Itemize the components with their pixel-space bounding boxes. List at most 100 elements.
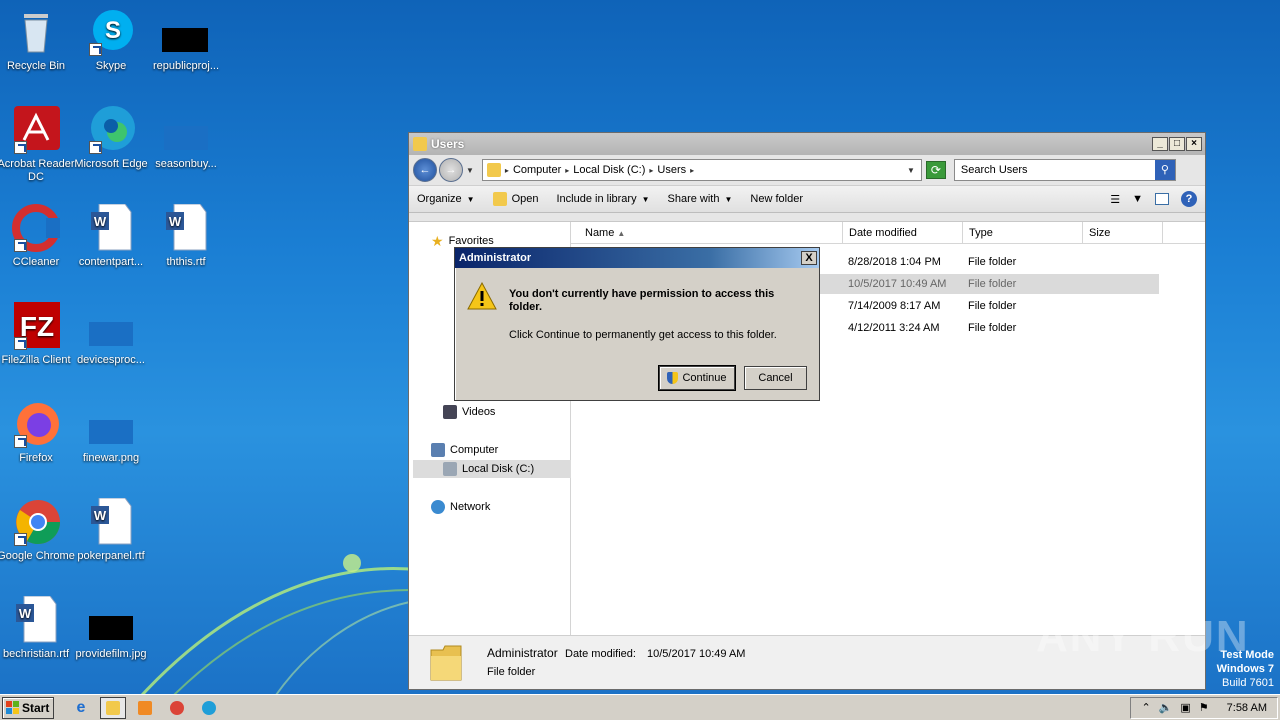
share-with-button[interactable]: Share with ▼: [668, 193, 733, 205]
search-icon[interactable]: ⚲: [1154, 160, 1175, 180]
close-button[interactable]: ×: [1186, 137, 1202, 151]
taskbar-explorer-icon[interactable]: [100, 696, 126, 719]
explorer-titlebar[interactable]: Users _ □ ×: [409, 133, 1205, 155]
back-button[interactable]: ←: [413, 158, 437, 182]
continue-button[interactable]: Continue: [658, 365, 736, 391]
desktop-icon-acrobat[interactable]: Acrobat Reader DC: [0, 106, 75, 184]
taskbar: Start e ⌃ 🔈 ▣ ⚑ 7:58 AM: [0, 694, 1280, 720]
table-row[interactable]: 8/28/2018 1:04 PM File folder: [843, 252, 1159, 272]
breadcrumb-users[interactable]: Users: [657, 164, 686, 176]
firefox-icon: [12, 400, 60, 448]
desktop-icon-pokerpanel[interactable]: W pokerpanel.rtf: [72, 497, 150, 563]
search-input[interactable]: Search Users ⚲: [953, 159, 1176, 181]
folder-icon: [430, 645, 462, 681]
dialog-close-button[interactable]: X: [801, 251, 817, 265]
dialog-titlebar[interactable]: Administrator X: [455, 248, 819, 268]
start-button[interactable]: Start: [2, 696, 54, 719]
details-date-value: 10/5/2017 10:49 AM: [647, 648, 746, 660]
new-folder-button[interactable]: New folder: [750, 193, 803, 205]
desktop-icon-republicproj[interactable]: republicproj...: [147, 8, 225, 73]
dialog-submessage: Click Continue to permanently get access…: [509, 329, 777, 341]
folder-icon: [413, 137, 427, 151]
forward-button[interactable]: →: [439, 158, 463, 182]
desktop-icon-chrome[interactable]: Google Chrome: [0, 498, 75, 563]
desktop-icon-finewar[interactable]: finewar.png: [72, 400, 150, 465]
show-hidden-icons-icon[interactable]: ⌃: [1141, 701, 1150, 714]
nav-network[interactable]: Network: [431, 498, 490, 516]
network-tray-icon[interactable]: ▣: [1180, 701, 1190, 714]
system-tray: ⌃ 🔈 ▣ ⚑ 7:58 AM: [1130, 696, 1278, 719]
table-row[interactable]: 7/14/2009 8:17 AM File folder: [843, 296, 1159, 316]
open-button[interactable]: Open: [492, 192, 538, 206]
desktop-icon-skype[interactable]: S Skype: [72, 8, 150, 73]
taskbar-edge-icon[interactable]: [196, 697, 222, 719]
desktop-icon-providefilm[interactable]: providefilm.jpg: [72, 596, 150, 661]
refresh-button[interactable]: ⟳: [925, 161, 946, 179]
desktop-icon-seasonbuy[interactable]: seasonbuy...: [147, 106, 225, 171]
table-row[interactable]: 4/12/2011 3:24 AM File folder: [843, 318, 1159, 338]
ccleaner-icon: [12, 204, 60, 252]
address-bar[interactable]: ▸ Computer ▸ Local Disk (C:) ▸ Users ▸ ▼: [481, 159, 922, 181]
svg-text:W: W: [94, 508, 107, 523]
file-thumbnail-icon: [87, 596, 135, 644]
address-row: ← → ▼ ▸ Computer ▸ Local Disk (C:) ▸ Use…: [409, 155, 1205, 185]
volume-icon[interactable]: 🔈: [1159, 701, 1173, 714]
desktop-icon-recycle-bin[interactable]: Recycle Bin: [0, 8, 75, 73]
recent-pages-dropdown-icon[interactable]: ▼: [466, 166, 474, 175]
nav-computer[interactable]: Computer: [431, 441, 498, 459]
taskbar-media-player-icon[interactable]: [132, 697, 158, 719]
folder-icon: [486, 163, 501, 177]
column-headers: Name ▲ Date modified Type Size: [571, 222, 1205, 244]
maximize-button[interactable]: □: [1169, 137, 1185, 151]
column-date[interactable]: Date modified: [843, 222, 963, 243]
filezilla-icon: FZ: [12, 302, 60, 350]
change-view-icon[interactable]: ☰: [1110, 193, 1120, 206]
chrome-icon: [12, 498, 60, 546]
drive-icon: [443, 462, 457, 476]
view-dropdown-icon[interactable]: ▼: [1132, 193, 1143, 205]
word-document-icon: W: [12, 595, 60, 644]
search-placeholder: Search Users: [960, 164, 1028, 176]
help-icon[interactable]: ?: [1181, 191, 1197, 207]
desktop-icon-devicesproc[interactable]: devicesproc...: [72, 302, 150, 367]
permission-dialog: Administrator X You don't currently have…: [454, 247, 820, 401]
breadcrumb-computer[interactable]: Computer: [513, 164, 561, 176]
edge-icon: [87, 106, 135, 154]
desktop-icon-firefox[interactable]: Firefox: [0, 400, 75, 465]
preview-pane-icon[interactable]: [1155, 193, 1169, 205]
column-size[interactable]: Size: [1083, 222, 1163, 243]
star-icon: ★: [431, 232, 444, 249]
clock[interactable]: 7:58 AM: [1227, 702, 1267, 714]
uac-shield-icon: [667, 372, 679, 384]
desktop-icon-filezilla[interactable]: FZ FileZilla Client: [0, 302, 75, 367]
file-thumbnail-icon: [162, 106, 210, 154]
desktop-icon-contentpart[interactable]: W contentpart...: [72, 203, 150, 269]
nav-local-disk[interactable]: Local Disk (C:): [413, 460, 571, 478]
details-name: Administrator: [487, 646, 558, 660]
windows-logo-icon: [6, 701, 19, 714]
svg-text:W: W: [19, 606, 32, 621]
action-center-flag-icon[interactable]: ⚑: [1199, 701, 1209, 714]
word-document-icon: W: [87, 497, 135, 546]
taskbar-ie-icon[interactable]: e: [68, 697, 94, 719]
taskbar-chrome-icon[interactable]: [164, 697, 190, 719]
computer-icon: [431, 443, 445, 457]
include-in-library-button[interactable]: Include in library ▼: [556, 193, 649, 205]
window-title: Users: [431, 137, 465, 151]
network-icon: [431, 500, 445, 514]
desktop-icon-ccleaner[interactable]: CCleaner: [0, 204, 75, 269]
breadcrumb-local-disk[interactable]: Local Disk (C:): [573, 164, 645, 176]
minimize-button[interactable]: _: [1152, 137, 1168, 151]
dialog-title: Administrator: [459, 252, 532, 264]
organize-button[interactable]: Organize ▼: [417, 193, 475, 205]
word-document-icon: W: [87, 203, 135, 252]
videos-icon: [443, 405, 457, 419]
column-type[interactable]: Type: [963, 222, 1083, 243]
desktop-icon-ththis[interactable]: W ththis.rtf: [147, 203, 225, 269]
desktop-icon-edge[interactable]: Microsoft Edge: [72, 106, 150, 171]
nav-videos[interactable]: Videos: [443, 403, 495, 421]
cancel-button[interactable]: Cancel: [744, 366, 807, 390]
desktop-icon-bechristian[interactable]: W bechristian.rtf: [0, 595, 75, 661]
address-dropdown-icon[interactable]: ▼: [907, 166, 915, 175]
column-name[interactable]: Name ▲: [571, 222, 843, 243]
